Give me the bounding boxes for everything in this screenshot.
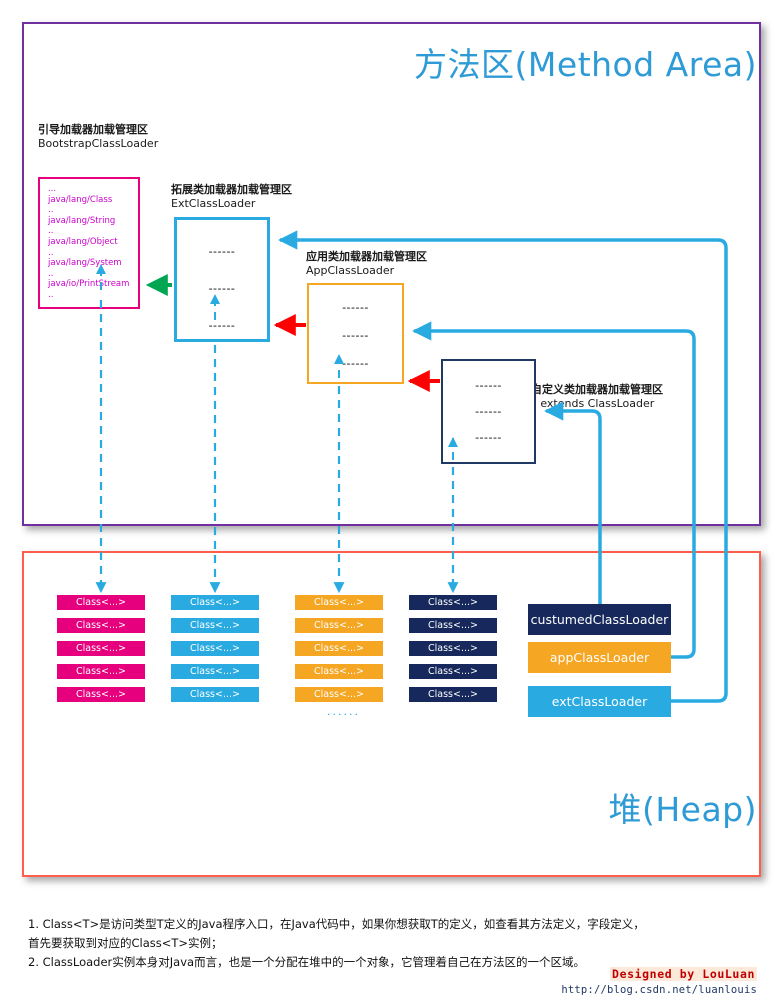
app-caption-en: AppClassLoader (306, 264, 395, 277)
class-chip[interactable]: Class<...> (409, 641, 497, 656)
path-entry: .. (48, 289, 54, 300)
class-chip[interactable]: Class<...> (409, 618, 497, 633)
placeholder-row: ------ (475, 431, 502, 444)
ext-caption-en: ExtClassLoader (171, 197, 256, 210)
class-chip[interactable]: Class<...> (57, 664, 145, 679)
ext-loader-box: ------ ------ ------ (174, 217, 270, 342)
class-chip[interactable]: Class<...> (295, 641, 383, 656)
placeholder-row: ------ (342, 329, 369, 342)
path-entry: java/lang/Object (48, 236, 118, 247)
diagram-canvas: 方法区(Method Area) 引导加载器加载管理区 BootstrapCla… (0, 0, 781, 1007)
class-chip[interactable]: Class<...> (171, 641, 259, 656)
class-chip[interactable]: Class<...> (295, 595, 383, 610)
path-entry: .. (48, 205, 54, 216)
path-entry: .. (48, 226, 54, 237)
footnote-line-2: 首先要获取到对应的Class<T>实例； (28, 936, 223, 950)
placeholder-row: ------ (475, 379, 502, 392)
class-chip[interactable]: Class<...> (295, 664, 383, 679)
heap-title: 堆(Heap) (608, 790, 757, 829)
class-chip[interactable]: Class<...> (57, 618, 145, 633)
heap-custumed-classloader-object[interactable]: custumedClassLoader (528, 604, 671, 635)
path-entry: java/lang/String (48, 215, 116, 226)
custom-loader-caption: 自定义类加载器加载管理区 ? extends ClassLoader (531, 383, 663, 411)
path-entry: java/lang/System (48, 258, 122, 269)
class-chip[interactable]: Class<...> (295, 687, 383, 702)
heap-app-classloader-object[interactable]: appClassLoader (528, 642, 671, 673)
placeholder-row: ------ (342, 357, 369, 370)
bootstrap-caption-en: BootstrapClassLoader (38, 137, 159, 150)
bootstrap-class-path-list: ... java/lang/Class .. java/lang/String … (48, 184, 129, 301)
class-chip[interactable]: Class<...> (57, 641, 145, 656)
path-entry: java/io/PrintStream (48, 279, 130, 290)
bootstrap-loader-caption: 引导加载器加载管理区 BootstrapClassLoader (38, 123, 158, 151)
placeholder-row: ------ (208, 282, 236, 295)
class-chip[interactable]: Class<...> (409, 687, 497, 702)
class-chip[interactable]: Class<...> (57, 687, 145, 702)
signature-block: Designed by LouLuan http://blog.csdn.net… (561, 963, 757, 996)
blog-url: http://blog.csdn.net/luanlouis (561, 984, 757, 996)
custom-caption-cn: 自定义类加载器加载管理区 (531, 383, 663, 396)
class-chip[interactable]: Class<...> (295, 618, 383, 633)
path-entry: .. (48, 247, 54, 258)
heap-ext-classloader-object[interactable]: extClassLoader (528, 686, 671, 717)
placeholder-row: ------ (208, 245, 236, 258)
class-chip[interactable]: Class<...> (57, 595, 145, 610)
designer-credit: Designed by LouLuan (610, 967, 757, 981)
method-area-title: 方法区(Method Area) (414, 45, 757, 84)
app-loader-caption: 应用类加载器加载管理区 AppClassLoader (306, 250, 427, 278)
custom-caption-en: ? extends ClassLoader (531, 397, 655, 410)
path-entry: .. (48, 268, 54, 279)
column-ellipsis: ······ (327, 708, 360, 721)
class-chip[interactable]: Class<...> (171, 618, 259, 633)
class-chip[interactable]: Class<...> (409, 664, 497, 679)
app-loader-box: ------ ------ ------ (307, 283, 404, 384)
app-caption-cn: 应用类加载器加载管理区 (306, 250, 427, 263)
placeholder-row: ------ (342, 301, 369, 314)
class-chip[interactable]: Class<...> (171, 687, 259, 702)
path-entry: ... (48, 184, 57, 194)
placeholder-row: ------ (208, 319, 236, 332)
class-chip[interactable]: Class<...> (171, 664, 259, 679)
custom-loader-box: ------ ------ ------ (441, 359, 536, 464)
bootstrap-caption-cn: 引导加载器加载管理区 (38, 123, 148, 136)
footnote-line-1: 1. Class<T>是访问类型T定义的Java程序入口，在Java代码中，如果… (28, 917, 645, 931)
class-chip[interactable]: Class<...> (409, 595, 497, 610)
ext-loader-caption: 拓展类加载器加载管理区 ExtClassLoader (171, 183, 292, 211)
class-chip[interactable]: Class<...> (171, 595, 259, 610)
path-entry: java/lang/Class (48, 194, 113, 205)
placeholder-row: ------ (475, 405, 502, 418)
bootstrap-loader-box: ... java/lang/Class .. java/lang/String … (38, 177, 140, 309)
ext-caption-cn: 拓展类加载器加载管理区 (171, 183, 292, 196)
